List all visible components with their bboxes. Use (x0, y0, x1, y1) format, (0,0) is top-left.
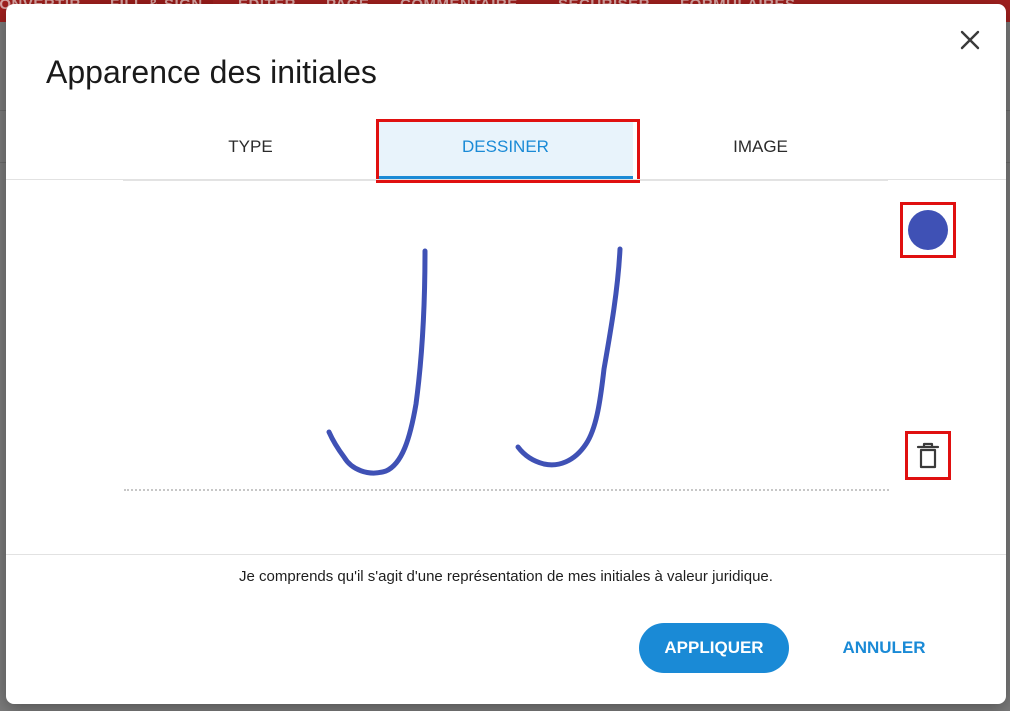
dialog-title: Apparence des initiales (46, 54, 377, 90)
tab-image[interactable]: IMAGE (633, 122, 888, 180)
close-button[interactable] (956, 26, 984, 54)
initials-appearance-dialog: Apparence des initiales TYPE DESSINER IM… (6, 4, 1006, 704)
tab-type-label: TYPE (228, 137, 273, 156)
tab-image-label: IMAGE (733, 137, 788, 156)
color-button-highlight (900, 202, 956, 258)
clear-button-highlight (905, 431, 951, 480)
initial-stroke-2 (515, 246, 623, 468)
initial-stroke-1 (326, 248, 428, 476)
initials-drawing (326, 246, 623, 476)
legal-disclaimer: Je comprends qu'il s'agit d'une représen… (239, 568, 773, 585)
drawing-canvas[interactable] (6, 179, 1006, 554)
bottom-divider (6, 554, 1006, 555)
tab-type[interactable]: TYPE (123, 122, 378, 180)
close-icon (960, 30, 980, 50)
apply-button[interactable]: APPLIQUER (639, 623, 789, 673)
cancel-button[interactable]: ANNULER (824, 623, 944, 673)
tab-highlight-box (376, 119, 640, 183)
signature-baseline (124, 489, 889, 491)
